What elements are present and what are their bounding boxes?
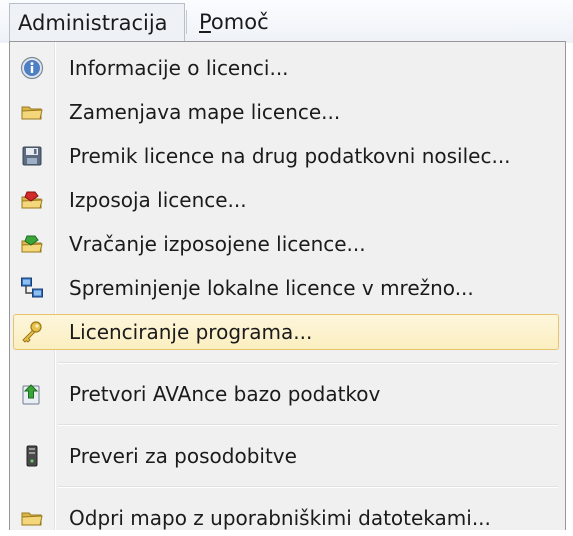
menu-item-label: Preveri za posodobitve bbox=[69, 444, 297, 468]
menu-divider bbox=[58, 424, 558, 425]
administracija-dropdown-menu: Informacije o licenci... Zamenjava mape … bbox=[9, 41, 566, 530]
menu-item-informacije-o-licenci[interactable]: Informacije o licenci... bbox=[13, 50, 559, 86]
menu-item-licenciranje-programa[interactable]: Licenciranje programa... bbox=[13, 314, 559, 350]
folder-icon bbox=[20, 506, 44, 530]
menu-bar: Administracija Pomoč bbox=[0, 0, 573, 43]
menu-item-label: Informacije o licenci... bbox=[69, 56, 289, 80]
menu-item-spreminjenje-lokalne-licence[interactable]: Spreminjenje lokalne licence v mrežno... bbox=[13, 270, 559, 306]
menu-item-izposoja-licence[interactable]: Izposoja licence... bbox=[13, 182, 559, 218]
menu-item-label: Premik licence na drug podatkovni nosile… bbox=[69, 144, 511, 168]
menu-item-zamenjava-mape-licence[interactable]: Zamenjava mape licence... bbox=[13, 94, 559, 130]
convert-database-icon bbox=[20, 382, 44, 406]
menu-administracija-label: Administracija bbox=[18, 11, 168, 35]
menu-item-label: Izposoja licence... bbox=[69, 188, 247, 212]
menu-administracija[interactable]: Administracija bbox=[9, 3, 185, 41]
menu-pomoc-label-rest: omoč bbox=[210, 10, 269, 34]
menu-item-label: Pretvori AVAnce bazo podatkov bbox=[69, 382, 381, 406]
menu-item-pretvori-avance-bazo[interactable]: Pretvori AVAnce bazo podatkov bbox=[13, 376, 559, 412]
menu-item-label: Spreminjenje lokalne licence v mrežno... bbox=[69, 276, 474, 300]
menu-item-preveri-za-posodobitve[interactable]: Preveri za posodobitve bbox=[13, 438, 559, 474]
menu-divider bbox=[58, 362, 558, 363]
menu-item-label: Licenciranje programa... bbox=[69, 320, 313, 344]
folder-red-icon bbox=[20, 188, 44, 212]
menu-pomoc-mnemonic: P bbox=[199, 10, 211, 34]
folder-green-icon bbox=[20, 232, 44, 256]
info-icon bbox=[20, 56, 44, 80]
network-computers-icon bbox=[20, 276, 44, 300]
menu-item-odpri-mapo-uporabniskih-datotek[interactable]: Odpri mapo z uporabniškimi datotekami... bbox=[13, 500, 559, 536]
menu-item-label: Odpri mapo z uporabniškimi datotekami... bbox=[69, 506, 491, 530]
floppy-disk-icon bbox=[20, 144, 44, 168]
update-tower-icon bbox=[20, 444, 44, 468]
folder-icon bbox=[20, 100, 44, 124]
menu-item-vracanje-izposojene-licence[interactable]: Vračanje izposojene licence... bbox=[13, 226, 559, 262]
menu-pomoc[interactable]: Pomoč bbox=[191, 3, 291, 41]
menu-separator bbox=[186, 10, 187, 34]
menu-item-label: Vračanje izposojene licence... bbox=[69, 232, 366, 256]
menu-item-premik-licence[interactable]: Premik licence na drug podatkovni nosile… bbox=[13, 138, 559, 174]
key-icon bbox=[20, 320, 44, 344]
menu-item-label: Zamenjava mape licence... bbox=[69, 100, 341, 124]
menu-divider bbox=[58, 486, 558, 487]
